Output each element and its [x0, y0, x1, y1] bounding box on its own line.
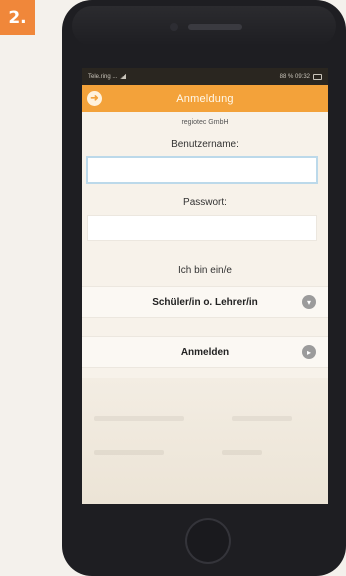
app-header: ➜ Anmeldung: [82, 85, 328, 112]
arrow-left-circle-icon: ➜: [90, 93, 99, 104]
carrier-text: Tele.ring ...: [88, 73, 118, 80]
status-bar: Tele.ring ... 88 % 09:32: [82, 68, 328, 85]
home-button[interactable]: [185, 518, 231, 564]
step-number-badge: 2.: [0, 0, 35, 35]
earpiece-speaker: [188, 24, 242, 30]
password-label: Passwort:: [183, 197, 227, 208]
chevron-right-circle-icon: ▸: [302, 345, 316, 359]
battery-icon: [313, 73, 322, 80]
role-select[interactable]: Schüler/in o. Lehrer/in ▾: [82, 286, 328, 318]
company-name: regiotec GmbH: [181, 119, 229, 126]
signal-icon: [120, 74, 127, 79]
login-button-label: Anmelden: [180, 346, 230, 358]
role-select-value: Schüler/in o. Lehrer/in: [152, 296, 258, 308]
front-camera: [170, 23, 178, 31]
app-screen: Tele.ring ... 88 % 09:32 ➜ Anmeldung reg…: [82, 68, 328, 504]
password-input[interactable]: [87, 215, 317, 241]
phone-frame: Tele.ring ... 88 % 09:32 ➜ Anmeldung reg…: [62, 0, 346, 576]
background-faded-area: [82, 378, 328, 504]
login-button[interactable]: Anmelden ▸: [82, 336, 328, 368]
back-button[interactable]: ➜: [87, 91, 102, 106]
faded-line: [94, 450, 164, 455]
role-label: Ich bin ein/e: [178, 265, 232, 276]
username-label: Benutzername:: [171, 139, 239, 150]
faded-line: [222, 450, 262, 455]
username-input[interactable]: [87, 157, 317, 183]
chevron-down-circle-icon: ▾: [302, 295, 316, 309]
battery-time-text: 88 % 09:32: [279, 73, 310, 80]
page-title: Anmeldung: [176, 92, 234, 105]
faded-line: [232, 416, 292, 421]
faded-line: [94, 416, 184, 421]
